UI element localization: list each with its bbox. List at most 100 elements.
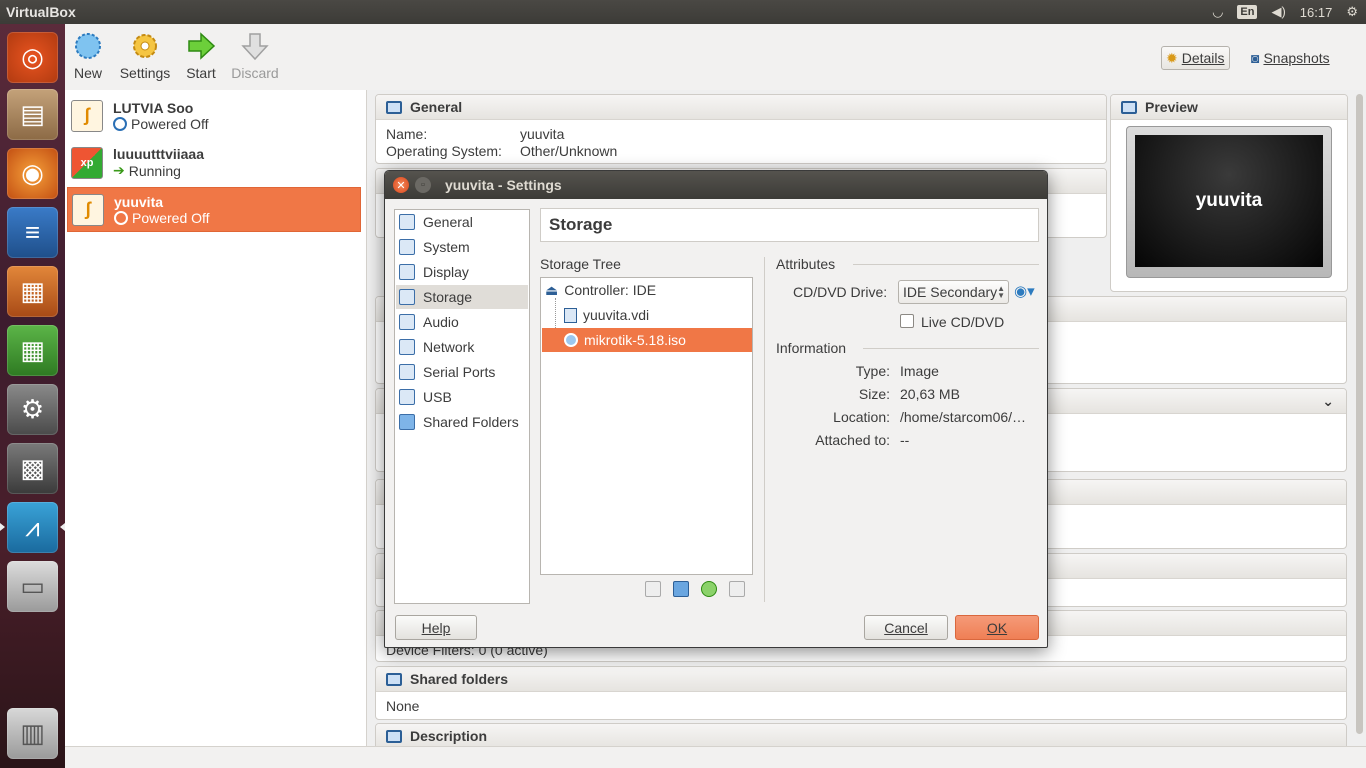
hard-disk-icon <box>564 307 577 323</box>
collapse-chevron-icon[interactable]: ⌄ <box>1322 393 1334 410</box>
combo-arrows-icon: ▲ ▼ <box>997 284 1005 300</box>
impress-icon[interactable]: ▦ <box>7 266 58 317</box>
firefox-icon[interactable]: ◉ <box>7 148 58 199</box>
details-gear-icon: ✹ <box>1166 49 1178 66</box>
folder-icon <box>399 414 415 430</box>
drive-icon[interactable]: ▭ <box>7 561 58 612</box>
location-label: Location: <box>833 409 890 425</box>
system-settings-icon[interactable]: ⚙ <box>7 384 58 435</box>
new-button[interactable]: New <box>71 30 105 81</box>
camera-icon: ◙ <box>1251 50 1260 66</box>
type-value: Image <box>900 363 939 379</box>
category-general[interactable]: General <box>396 210 528 234</box>
shared-folders-section: Shared folders None <box>375 666 1347 720</box>
launcher: ◎ ▤ ◉ ≡ ▦ ▦ ⚙ ▩ ⩘ ▭ ▥ <box>0 24 65 768</box>
tree-disk-item[interactable]: yuuvita.vdi <box>542 303 752 327</box>
display-monitor-icon <box>399 264 415 280</box>
general-icon <box>399 214 415 230</box>
add-attachment-icon[interactable] <box>701 581 717 597</box>
type-label: Type: <box>855 363 890 379</box>
tree-controller-ide[interactable]: ⏏ Controller: IDE <box>542 278 752 302</box>
vm-list-item[interactable]: xp luuuutttviiaaa ➔ Running <box>67 140 361 185</box>
live-cd-checkbox[interactable] <box>900 314 914 328</box>
details-view-button[interactable]: ✹ Details <box>1161 46 1230 70</box>
attached-label: Attached to: <box>815 432 890 448</box>
vm-list-item[interactable]: ʃ LUTVIA Soo Powered Off <box>67 93 361 138</box>
cancel-button[interactable]: Cancel <box>864 615 948 640</box>
virtualbox-launcher-icon[interactable]: ⩘ <box>7 502 58 553</box>
files-icon[interactable]: ▤ <box>7 89 58 140</box>
ide-controller-icon: ⏏ <box>545 281 559 298</box>
vm-list-item-selected[interactable]: ʃ yuuvita Powered Off <box>67 187 361 232</box>
optical-disc-icon <box>564 333 578 347</box>
tree-iso-item-selected[interactable]: mikrotik-5.18.iso <box>542 328 752 352</box>
vm-list: ʃ LUTVIA Soo Powered Off xp luuuutttviia… <box>65 90 367 746</box>
running-pip <box>0 523 5 531</box>
category-audio[interactable]: Audio <box>396 310 528 334</box>
cd-drive-label: CD/DVD Drive: <box>793 284 888 300</box>
app-title: VirtualBox <box>6 4 76 20</box>
storage-tree-label: Storage Tree <box>540 256 621 272</box>
wifi-icon[interactable]: ◡ <box>1212 4 1223 20</box>
attributes-label: Attributes <box>776 256 836 272</box>
discard-button[interactable]: Discard <box>229 30 281 81</box>
general-monitor-icon <box>386 100 402 114</box>
os-other-icon: ʃ <box>72 193 104 226</box>
help-button[interactable]: Help <box>395 615 477 640</box>
size-label: Size: <box>858 386 890 402</box>
clock[interactable]: 16:17 <box>1300 5 1333 20</box>
information-label: Information <box>776 340 847 356</box>
general-section: General Name: yuuvita Operating System: Ot… <box>375 94 1107 164</box>
vbox-toolbar: New Settings Start Discard ✹ Details ◙ S… <box>65 24 1366 90</box>
settings-gear-icon <box>129 30 161 62</box>
power-gear-icon[interactable]: ⚙ <box>1346 4 1358 20</box>
settings-dialog: ✕ ▫ yuuvita - Settings General System Di… <box>384 170 1048 648</box>
dash-home-icon[interactable]: ◎ <box>7 32 58 83</box>
start-arrow-icon <box>185 30 217 62</box>
calc-icon[interactable]: ▦ <box>7 325 58 376</box>
trash-icon[interactable]: ▥ <box>7 708 58 759</box>
description-icon <box>386 729 402 743</box>
vertical-separator <box>764 257 765 602</box>
choose-disc-icon[interactable]: ◉▾ <box>1014 282 1035 300</box>
preview-monitor-icon <box>1121 100 1137 114</box>
powered-off-icon <box>114 210 128 225</box>
network-icon <box>399 339 415 355</box>
running-arrow-icon: ➔ <box>113 162 125 178</box>
ok-button[interactable]: OK <box>955 615 1039 640</box>
start-button[interactable]: Start <box>183 30 219 81</box>
keyboard-layout[interactable]: En <box>1237 5 1258 19</box>
live-cd-label[interactable]: Live CD/DVD <box>921 314 1004 330</box>
storage-disk-icon <box>399 289 415 305</box>
snapshots-view-button[interactable]: ◙ Snapshots <box>1247 46 1334 70</box>
system-tray: ◡ En ◀) 16:17 ⚙ <box>1212 0 1358 24</box>
scrollbar-thumb[interactable] <box>1356 94 1363 734</box>
audio-speaker-icon <box>399 314 415 330</box>
attached-value: -- <box>900 432 910 448</box>
category-shared-folders[interactable]: Shared Folders <box>396 410 528 434</box>
os-windows-xp-icon: xp <box>71 146 103 179</box>
minimize-icon[interactable]: ▫ <box>415 177 431 193</box>
system-monitor-icon[interactable]: ▩ <box>7 443 58 494</box>
category-network[interactable]: Network <box>396 335 528 359</box>
remove-attachment-icon[interactable] <box>729 581 745 597</box>
category-system[interactable]: System <box>396 235 528 259</box>
powered-off-icon <box>113 116 127 131</box>
close-icon[interactable]: ✕ <box>393 177 409 193</box>
storage-tree[interactable]: ⏏ Controller: IDE yuuvita.vdi mikrotik-5… <box>540 277 753 575</box>
writer-icon[interactable]: ≡ <box>7 207 58 258</box>
preview-section: Preview yuuvita <box>1110 94 1348 292</box>
category-serial-ports[interactable]: Serial Ports <box>396 360 528 384</box>
category-display[interactable]: Display <box>396 260 528 284</box>
settings-category-list: General System Display Storage Audio Net… <box>394 209 530 604</box>
dialog-titlebar: ✕ ▫ yuuvita - Settings <box>385 171 1047 199</box>
new-icon <box>72 30 104 62</box>
details-scrollbar[interactable] <box>1353 90 1366 746</box>
add-controller-icon[interactable] <box>645 581 661 597</box>
category-storage[interactable]: Storage <box>396 285 528 309</box>
volume-icon[interactable]: ◀) <box>1271 4 1285 20</box>
add-disk-icon[interactable] <box>673 581 689 597</box>
category-usb[interactable]: USB <box>396 385 528 409</box>
cd-drive-select[interactable]: IDE Secondary ▲ ▼ <box>898 280 1009 304</box>
settings-button[interactable]: Settings <box>116 30 174 81</box>
